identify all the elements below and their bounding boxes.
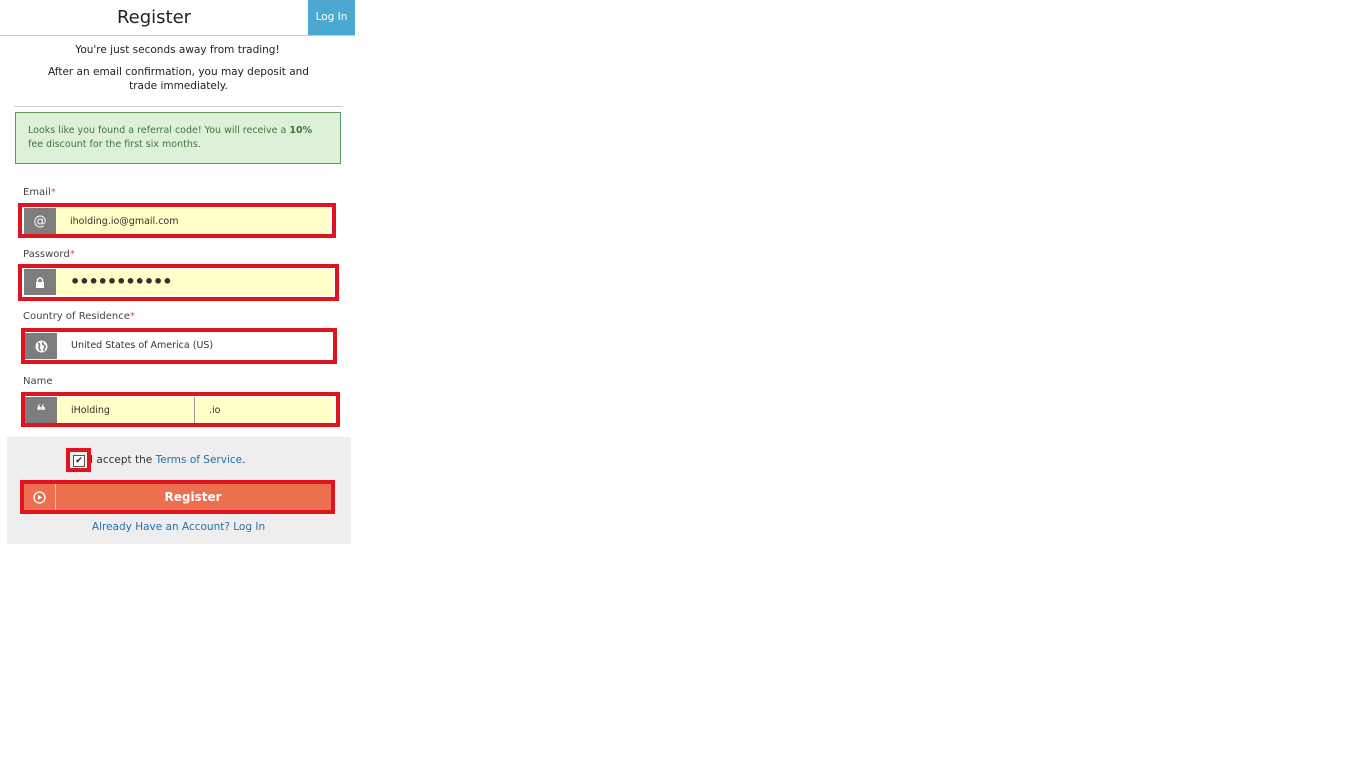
email-label: Email* — [23, 187, 56, 198]
country-group: United States of America (US) — [25, 333, 331, 359]
password-label: Password* — [23, 249, 75, 260]
terms-text: I accept the Terms of Service. — [90, 454, 245, 466]
email-label-text: Email — [23, 187, 51, 198]
play-circle-icon — [24, 484, 56, 510]
last-name-input[interactable] — [195, 397, 334, 423]
divider — [14, 106, 343, 107]
terms-link[interactable]: Terms of Service — [156, 454, 243, 466]
referral-discount: 10% — [289, 125, 313, 136]
terms-text-prefix: I accept the — [90, 454, 156, 466]
globe-icon — [25, 333, 57, 359]
referral-text-before: Looks like you found a referral code! Yo… — [28, 125, 290, 136]
name-group: ❝ — [25, 397, 334, 423]
country-select[interactable]: United States of America (US) — [57, 333, 331, 359]
register-panel: Register Log In You're just seconds away… — [0, 0, 355, 545]
terms-period: . — [242, 454, 246, 466]
intro-line-1: You're just seconds away from trading! — [75, 44, 280, 56]
terms-checkbox[interactable]: ✔ — [73, 455, 85, 467]
referral-text-after: fee discount for the first six months. — [28, 139, 201, 150]
first-name-input[interactable] — [57, 397, 194, 423]
password-input[interactable]: ••••••••••• — [56, 269, 333, 295]
country-label: Country of Residence* — [23, 311, 135, 322]
email-input[interactable] — [56, 208, 330, 234]
referral-alert: Looks like you found a referral code! Yo… — [15, 112, 341, 164]
email-group: @ — [24, 208, 330, 234]
required-mark: * — [69, 249, 75, 260]
intro-line-2: After an email confirmation, you may dep… — [48, 66, 309, 92]
required-mark: * — [129, 311, 135, 322]
register-button-label: Register — [164, 490, 222, 504]
country-label-text: Country of Residence — [23, 311, 130, 322]
at-icon: @ — [24, 208, 56, 234]
already-account-link[interactable]: Already Have an Account? Log In — [0, 521, 357, 533]
lock-icon — [24, 269, 56, 295]
name-label: Name — [23, 376, 53, 387]
required-mark: * — [50, 187, 56, 198]
quote-icon: ❝ — [25, 397, 57, 423]
header: Register Log In — [0, 0, 355, 36]
password-group: ••••••••••• — [24, 269, 333, 295]
password-label-text: Password — [23, 249, 70, 260]
register-button[interactable]: Register — [24, 484, 331, 510]
page-title: Register — [116, 7, 192, 28]
login-tab[interactable]: Log In — [308, 0, 355, 35]
